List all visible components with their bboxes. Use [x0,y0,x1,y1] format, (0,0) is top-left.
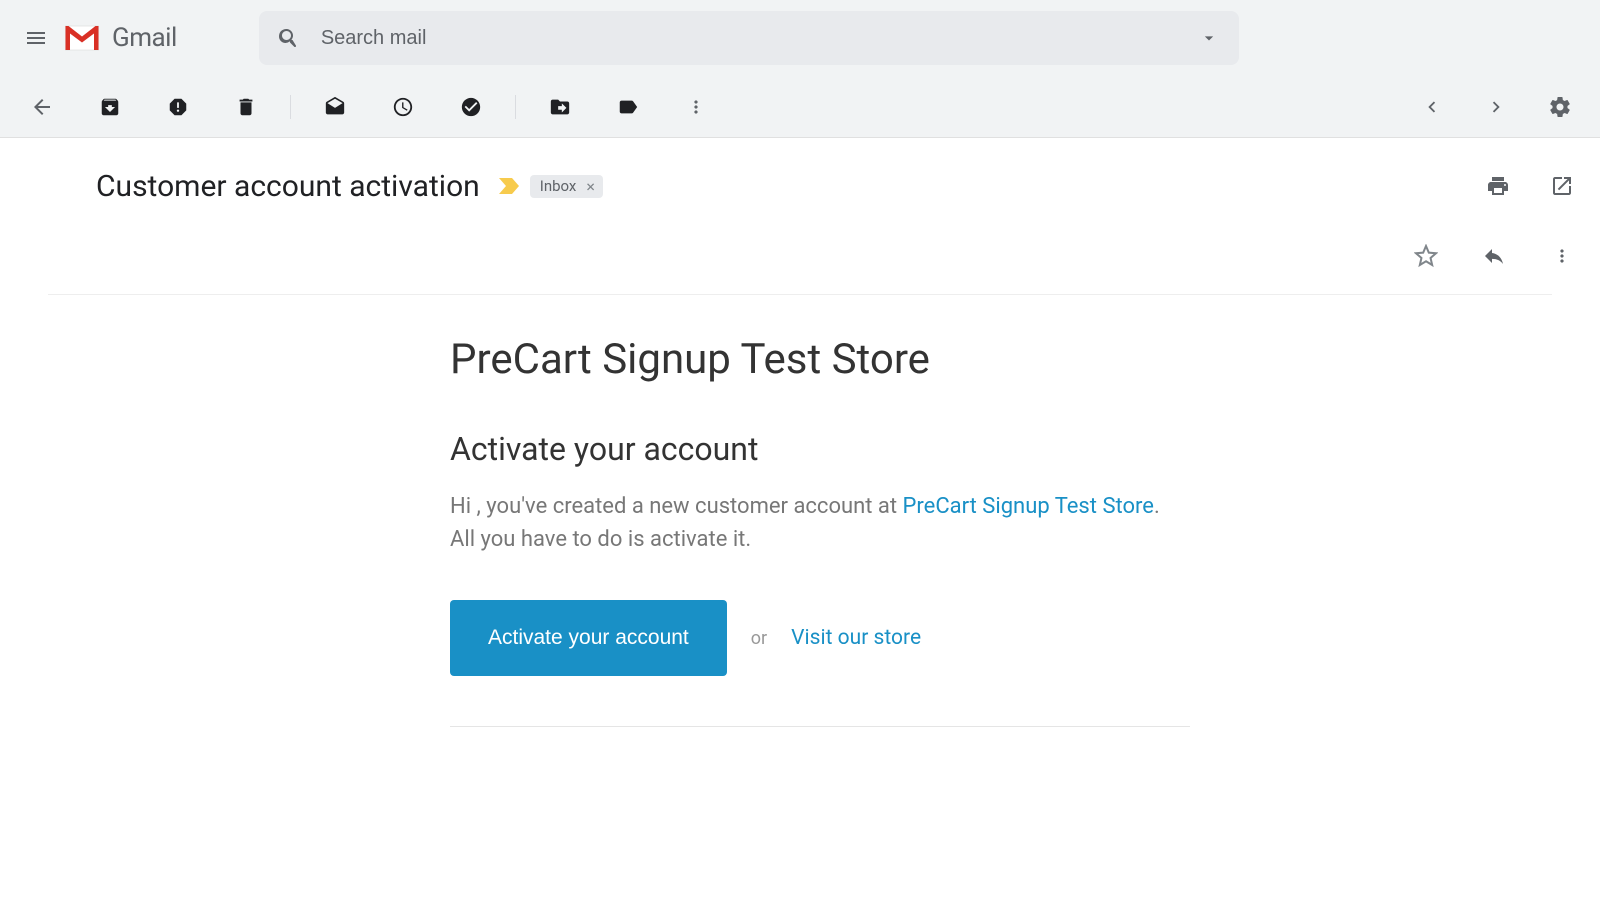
visit-store-link[interactable]: Visit our store [791,626,921,650]
open-new-icon [1550,174,1574,198]
gmail-m-icon [64,24,100,52]
search-options-button[interactable] [1185,14,1233,62]
labels-button[interactable] [608,87,648,127]
message-more-button[interactable] [1542,236,1582,276]
settings-button[interactable] [1540,87,1580,127]
chevron-right-icon [1485,96,1507,118]
more-button[interactable] [676,87,716,127]
move-to-button[interactable] [540,87,580,127]
toolbar-separator [515,95,516,119]
activate-button[interactable]: Activate your account [450,600,727,676]
importance-marker[interactable] [498,177,520,195]
inbox-label-chip[interactable]: Inbox × [530,175,603,198]
spam-icon [167,96,189,118]
store-link[interactable]: PreCart Signup Test Store [903,494,1154,519]
print-button[interactable] [1478,166,1518,206]
main-menu-button[interactable] [12,14,60,62]
store-name-heading: PreCart Signup Test Store [450,335,1190,384]
label-text: Inbox [540,177,577,195]
mark-unread-icon [324,96,346,118]
mark-unread-button[interactable] [315,87,355,127]
chevron-left-icon [1421,96,1443,118]
report-spam-button[interactable] [158,87,198,127]
gmail-logo[interactable]: Gmail [64,23,177,53]
toolbar-separator [290,95,291,119]
older-button[interactable] [1412,87,1452,127]
arrow-back-icon [30,95,54,119]
gear-icon [1548,95,1572,119]
newer-button[interactable] [1476,87,1516,127]
search-bar[interactable] [259,11,1239,65]
archive-icon [99,96,121,118]
search-input[interactable] [313,27,1185,50]
importance-icon [498,177,520,195]
reply-icon [1482,244,1506,268]
app-name: Gmail [112,23,177,53]
or-text: or [751,628,767,649]
search-icon [277,26,301,50]
more-vert-icon [1552,246,1572,266]
back-button[interactable] [22,87,62,127]
body-divider [450,726,1190,727]
activate-heading: Activate your account [450,430,1190,468]
snooze-icon [392,96,414,118]
star-icon [1414,244,1438,268]
hamburger-icon [24,26,48,50]
email-subject: Customer account activation [96,169,480,204]
move-to-icon [549,96,571,118]
delete-button[interactable] [226,87,266,127]
body-paragraph: Hi , you've created a new customer accou… [450,490,1190,556]
add-task-icon [460,96,482,118]
more-vert-icon [686,97,706,117]
snooze-button[interactable] [383,87,423,127]
archive-button[interactable] [90,87,130,127]
add-to-tasks-button[interactable] [451,87,491,127]
label-icon [617,96,639,118]
print-icon [1486,174,1510,198]
open-new-window-button[interactable] [1542,166,1582,206]
greeting-prefix: Hi , you've created a new customer accou… [450,494,903,519]
delete-icon [235,96,257,118]
search-button[interactable] [265,14,313,62]
remove-label-button[interactable]: × [582,177,599,196]
star-button[interactable] [1406,236,1446,276]
reply-button[interactable] [1474,236,1514,276]
dropdown-icon [1199,28,1219,48]
